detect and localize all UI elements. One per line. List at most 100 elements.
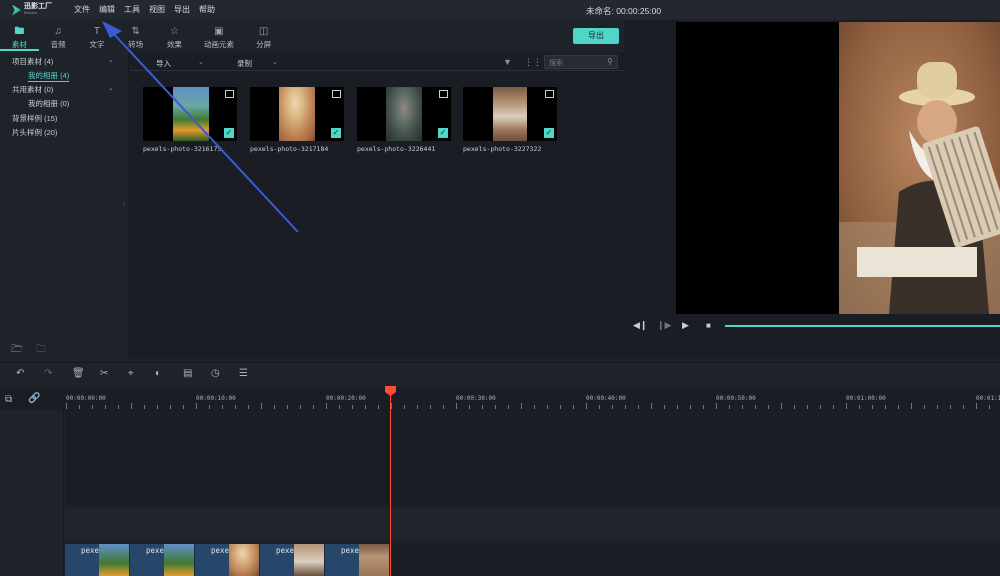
effects-icon: ☆ — [169, 26, 179, 37]
ruler-time-label: 00:01:10 — [976, 395, 1000, 402]
checkmark-icon[interactable]: ✓ — [224, 128, 234, 138]
clip-thumbnail — [164, 544, 194, 576]
media-item[interactable]: ✓ — [357, 87, 451, 141]
playhead[interactable] — [390, 390, 391, 576]
ruler-tick — [716, 403, 717, 409]
library-tabs: 🖿 素材 ♫ 音频 T 文字 ⇅ 转场 ☆ 效果 ▣ 动画元素 ◫ 分屏 — [0, 20, 283, 51]
link-icon[interactable]: 🔗 — [28, 393, 40, 404]
media-thumbnail — [386, 87, 422, 141]
collapse-sidebar-icon[interactable]: ‹ — [123, 202, 125, 208]
checkmark-icon[interactable]: ✓ — [331, 128, 341, 138]
menu-tools[interactable]: 工具 — [124, 4, 140, 15]
ruler-tick — [963, 405, 964, 409]
ruler-tick — [222, 405, 223, 409]
sidebar-item-shared-media[interactable]: 共用素材 (0) — [12, 84, 53, 95]
timeline-clip[interactable]: pexels-ph — [325, 544, 390, 576]
menu-view[interactable]: 视图 — [149, 4, 165, 15]
tab-media[interactable]: 🖿 素材 — [0, 20, 39, 51]
sidebar-item-shared-album[interactable]: 我的相册 (0) — [28, 98, 69, 109]
remove-folder-icon[interactable]: 🗀 — [36, 342, 46, 359]
media-item[interactable]: ✓ — [250, 87, 344, 141]
menu-file[interactable]: 文件 — [74, 4, 90, 15]
ruler-time-label: 00:00:40:00 — [586, 395, 626, 402]
search-placeholder: 搜索 — [549, 60, 563, 67]
previous-frame-icon[interactable]: ◀❙ — [633, 320, 647, 331]
checkmark-icon[interactable]: ✓ — [544, 128, 554, 138]
redo-icon[interactable]: ↷ — [44, 368, 52, 379]
sidebar-item-background-samples[interactable]: 背景样例 (15) — [12, 113, 57, 124]
grid-view-icon[interactable]: ⋮⋮ — [524, 57, 542, 68]
crop-icon[interactable]: ⌖ — [128, 368, 134, 379]
record-dropdown[interactable]: 录制 — [237, 58, 252, 69]
adjust-icon[interactable]: ☰ — [239, 368, 248, 379]
stop-icon[interactable]: ■ — [706, 321, 711, 330]
ruler-tick — [313, 405, 314, 409]
import-dropdown[interactable]: 导入 — [156, 58, 171, 69]
clip-thumbnail — [294, 544, 324, 576]
sidebar-item-intro-samples[interactable]: 片头样例 (20) — [12, 127, 57, 138]
color-icon[interactable]: ◐ — [155, 368, 161, 379]
media-search-input[interactable]: 搜索 ⚲ — [544, 55, 618, 69]
ruler-tick — [690, 405, 691, 409]
ruler-tick — [274, 405, 275, 409]
delete-icon[interactable]: 🗑 — [72, 368, 85, 379]
ruler-tick — [638, 405, 639, 409]
tab-animated-elements[interactable]: ▣ 动画元素 — [194, 20, 244, 51]
media-item[interactable]: ✓ — [143, 87, 237, 141]
timeline-clip[interactable]: pexels-ph — [65, 544, 130, 576]
ruler-tick — [300, 405, 301, 409]
clip-thumbnail — [229, 544, 259, 576]
chevron-down-icon[interactable]: ⌄ — [272, 58, 278, 66]
ruler-tick — [898, 405, 899, 409]
speed-icon[interactable]: ◷ — [211, 368, 220, 379]
export-button[interactable]: 导出 — [573, 28, 619, 44]
search-icon[interactable]: ⚲ — [607, 57, 613, 66]
chevron-down-icon[interactable]: ⌄ — [108, 84, 114, 92]
menu-help[interactable]: 帮助 — [199, 4, 215, 15]
tab-effects[interactable]: ☆ 效果 — [155, 20, 194, 51]
menu-export[interactable]: 导出 — [174, 4, 190, 15]
ruler-tick — [79, 405, 80, 409]
ruler-tick — [677, 405, 678, 409]
undo-icon[interactable]: ↶ — [16, 368, 24, 379]
preview-progress-bar[interactable] — [725, 325, 1000, 327]
ruler-tick — [924, 405, 925, 409]
track-headers — [0, 410, 64, 576]
filter-icon[interactable]: ▼ — [503, 57, 512, 67]
timeline-clip[interactable]: pexels-ph — [130, 544, 195, 576]
media-thumbnail — [493, 87, 527, 141]
cut-icon[interactable]: ✂ — [100, 368, 108, 379]
ruler-tick — [755, 405, 756, 409]
ruler-tick — [144, 405, 145, 409]
tab-transition[interactable]: ⇅ 转场 — [116, 20, 155, 51]
chevron-down-icon[interactable]: ⌄ — [108, 56, 114, 64]
tab-label: 动画元素 — [204, 40, 235, 49]
tab-audio[interactable]: ♫ 音频 — [39, 20, 78, 51]
ruler-tick — [586, 403, 587, 409]
play-icon[interactable]: ▶ — [682, 320, 689, 331]
menu-edit[interactable]: 编辑 — [99, 4, 115, 15]
sidebar-item-my-album[interactable]: 我的相册 (4) — [28, 70, 70, 82]
tab-split-screen[interactable]: ◫ 分屏 — [244, 20, 283, 51]
sidebar-item-project-media[interactable]: 项目素材 (4) — [12, 56, 53, 67]
ruler-tick — [365, 405, 366, 409]
timeline-track[interactable] — [65, 410, 1000, 507]
media-thumbnail — [279, 87, 315, 141]
track-manager-icon[interactable]: ⧉ — [5, 394, 12, 405]
add-folder-icon[interactable]: 🗁 — [11, 342, 23, 359]
ruler-tick — [508, 405, 509, 409]
tab-text[interactable]: T 文字 — [78, 20, 117, 51]
timeline-clip[interactable]: pexels-pe — [260, 544, 325, 576]
ruler-tick — [651, 403, 652, 409]
checkmark-icon[interactable]: ✓ — [438, 128, 448, 138]
chevron-down-icon[interactable]: ⌄ — [198, 58, 204, 66]
green-screen-icon[interactable]: ▤ — [183, 368, 192, 379]
ruler-tick — [560, 405, 561, 409]
timeline-clip[interactable]: pexels-ph — [195, 544, 260, 576]
ruler-tick — [157, 405, 158, 409]
ruler-time-label: 00:00:30:00 — [456, 395, 496, 402]
timeline-track[interactable] — [65, 507, 1000, 543]
media-item[interactable]: ✓ — [463, 87, 557, 141]
next-frame-icon[interactable]: ❙▶ — [657, 320, 671, 331]
ruler-tick — [170, 405, 171, 409]
